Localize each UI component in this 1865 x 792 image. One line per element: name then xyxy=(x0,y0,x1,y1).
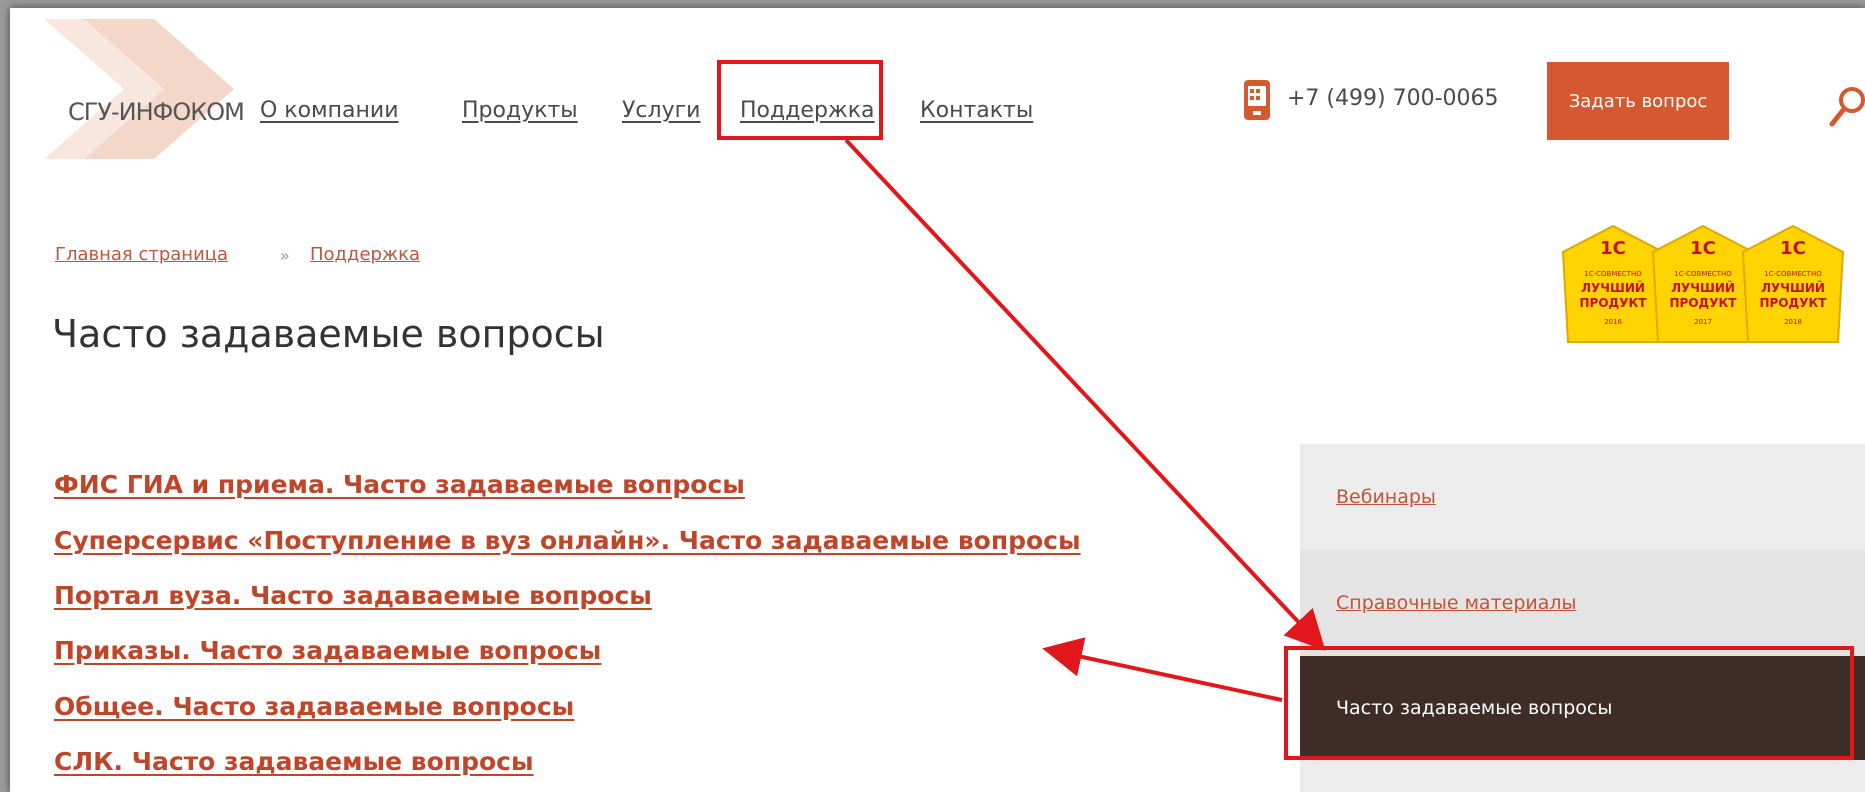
badge-line2: ЛУЧШИЙ xyxy=(1761,280,1825,295)
badge-line1: 1С-СОВМЕСТНО xyxy=(1764,270,1822,278)
badge-line1: 1С-СОВМЕСТНО xyxy=(1674,270,1732,278)
faq-link-general[interactable]: Общее. Часто задаваемые вопросы xyxy=(54,692,574,721)
nav-contacts[interactable]: Контакты xyxy=(920,98,1033,123)
badge-line1: 1С-СОВМЕСТНО xyxy=(1584,270,1642,278)
award-badges: 1С 1С-СОВМЕСТНО ЛУЧШИЙ ПРОДУКТ 2016 1С 1… xyxy=(1561,224,1845,343)
breadcrumb-separator: » xyxy=(280,246,290,265)
badge-line3: ПРОДУКТ xyxy=(1760,296,1828,310)
breadcrumb-support[interactable]: Поддержка xyxy=(310,244,420,265)
faq-link-slk[interactable]: СЛК. Часто задаваемые вопросы xyxy=(54,747,534,776)
page-title: Часто задаваемые вопросы xyxy=(52,312,605,356)
phone-icon xyxy=(1244,80,1270,120)
award-badge-2018: 1С 1С-СОВМЕСТНО ЛУЧШИЙ ПРОДУКТ 2018 xyxy=(1741,224,1845,343)
nav-products[interactable]: Продукты xyxy=(462,98,578,123)
badge-line2: ЛУЧШИЙ xyxy=(1581,280,1645,295)
page-frame: СГУ-ИНФОКОМ О компании Продукты Услуги П… xyxy=(10,8,1865,792)
phone-number[interactable]: +7 (499) 700-0065 xyxy=(1287,86,1499,111)
nav-about[interactable]: О компании xyxy=(260,98,399,123)
badge-brand: 1С xyxy=(1600,238,1626,259)
search-icon[interactable] xyxy=(1828,84,1865,128)
faq-link-superservice[interactable]: Суперсервис «Поступление в вуз онлайн». … xyxy=(54,526,1081,555)
sidebar-item-label: Справочные материалы xyxy=(1336,592,1577,614)
badge-line3: ПРОДУКТ xyxy=(1580,296,1648,310)
badge-line3: ПРОДУКТ xyxy=(1670,296,1738,310)
sidebar-faq-highlight xyxy=(1284,646,1854,760)
badge-year: 2017 xyxy=(1694,318,1712,326)
faq-link-fis-gia[interactable]: ФИС ГИА и приема. Часто задаваемые вопро… xyxy=(54,470,745,499)
badge-year: 2018 xyxy=(1784,318,1802,326)
sidebar-item-webinars[interactable]: Вебинары xyxy=(1300,444,1865,550)
award-badge-2017: 1С 1С-СОВМЕСТНО ЛУЧШИЙ ПРОДУКТ 2017 xyxy=(1651,224,1755,343)
badge-brand: 1С xyxy=(1690,238,1716,259)
faq-link-orders[interactable]: Приказы. Часто задаваемые вопросы xyxy=(54,636,601,665)
badge-year: 2016 xyxy=(1604,318,1622,326)
sidebar-item-more xyxy=(1300,760,1865,792)
badge-brand: 1С xyxy=(1780,238,1806,259)
nav-services[interactable]: Услуги xyxy=(622,98,700,123)
nav-support-highlight xyxy=(717,60,883,140)
logo-text[interactable]: СГУ-ИНФОКОМ xyxy=(68,98,245,126)
award-badge-2016: 1С 1С-СОВМЕСТНО ЛУЧШИЙ ПРОДУКТ 2016 xyxy=(1561,224,1665,343)
logo-chevron-icon xyxy=(44,19,234,159)
ask-question-button[interactable]: Задать вопрос xyxy=(1547,62,1729,140)
sidebar-item-label: Вебинары xyxy=(1336,486,1436,508)
badge-line2: ЛУЧШИЙ xyxy=(1671,280,1735,295)
faq-link-portal[interactable]: Портал вуза. Часто задаваемые вопросы xyxy=(54,581,652,610)
sidebar-item-reference[interactable]: Справочные материалы xyxy=(1300,550,1865,656)
breadcrumb-home[interactable]: Главная страница xyxy=(55,244,228,265)
